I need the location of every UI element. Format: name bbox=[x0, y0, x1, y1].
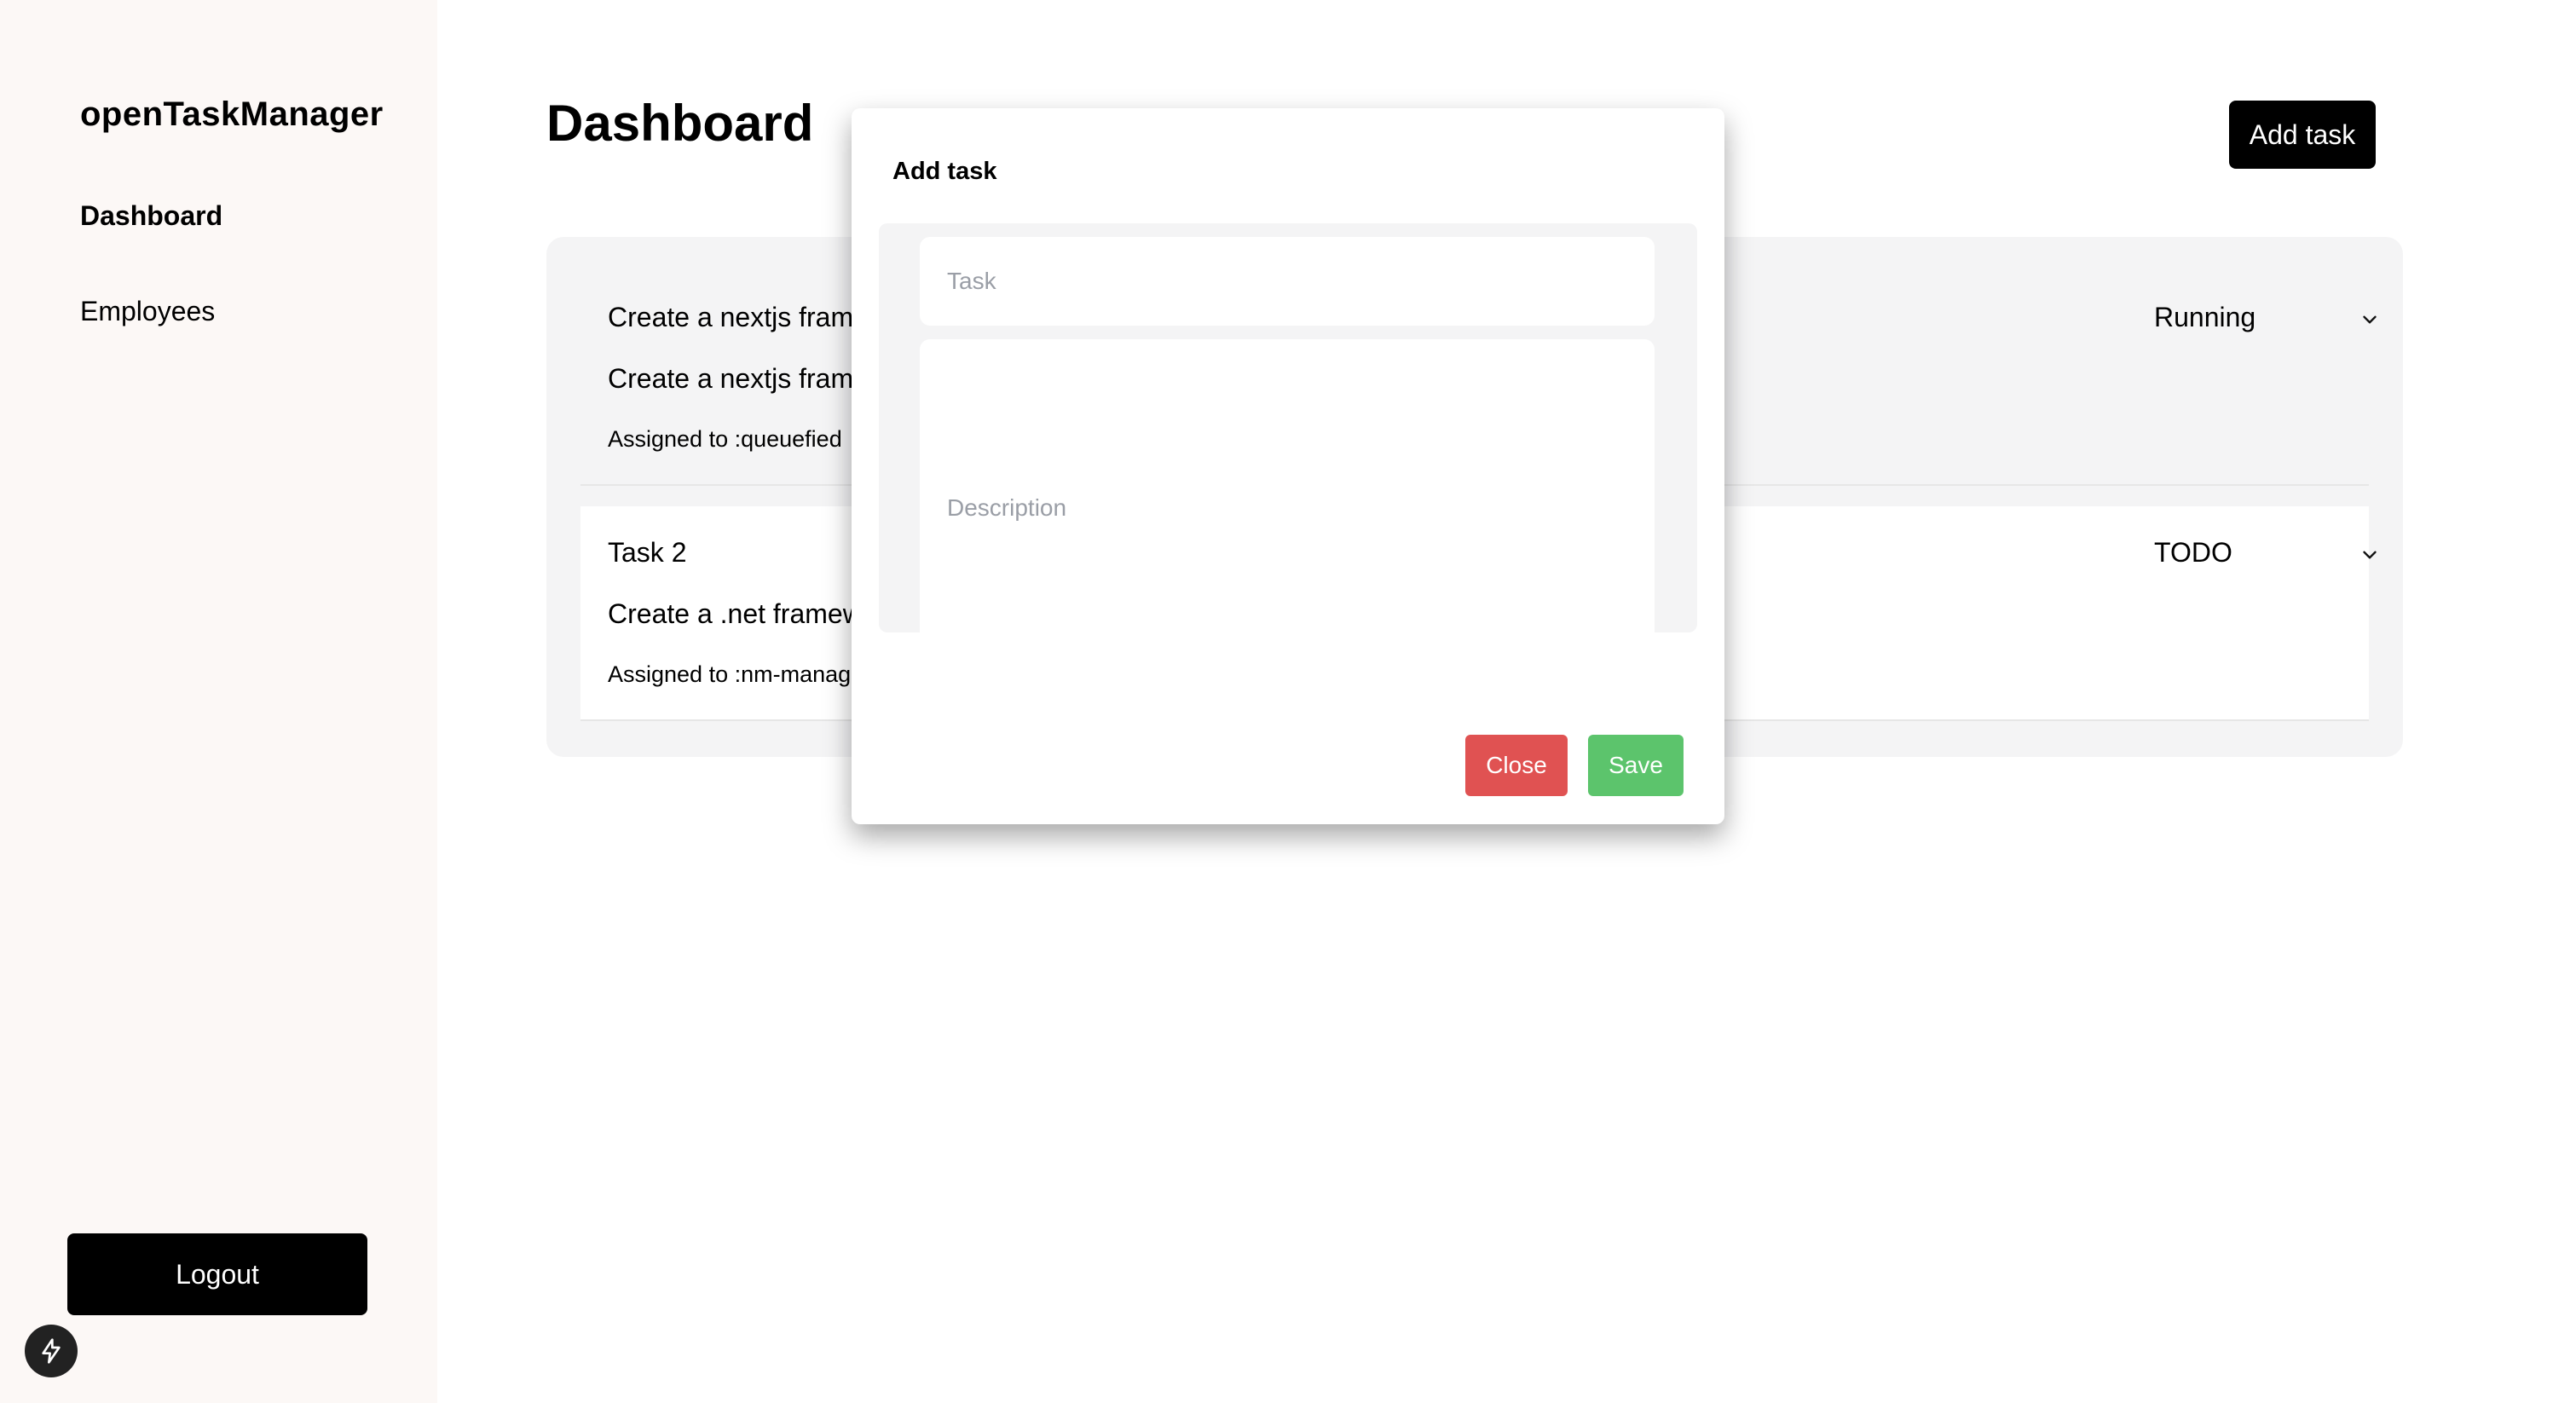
description-input[interactable] bbox=[920, 339, 1655, 680]
task-title: Create a nextjs fram bbox=[608, 302, 854, 332]
task-description: Create a nextjs fram bbox=[608, 363, 854, 394]
status-value: Running bbox=[2154, 302, 2256, 332]
status-value: TODO bbox=[2154, 537, 2232, 568]
save-button[interactable]: Save bbox=[1588, 735, 1684, 796]
sidebar-item-employees[interactable]: Employees bbox=[80, 296, 215, 327]
dev-indicator-button[interactable] bbox=[25, 1325, 78, 1377]
sidebar: openTaskManager Dashboard Employees Logo… bbox=[0, 0, 437, 1403]
task-description: Create a .net framew bbox=[608, 598, 863, 629]
sidebar-item-dashboard[interactable]: Dashboard bbox=[80, 200, 222, 232]
add-task-modal: Add task Close Save bbox=[852, 108, 1724, 824]
page-title: Dashboard bbox=[546, 95, 814, 152]
status-dropdown[interactable]: TODO bbox=[2154, 537, 2383, 569]
lightning-bolt-icon bbox=[42, 1338, 61, 1364]
modal-title: Add task bbox=[892, 158, 997, 185]
chevron-down-icon bbox=[2363, 551, 2377, 559]
app-brand: openTaskManager bbox=[80, 95, 384, 133]
close-button[interactable]: Close bbox=[1465, 735, 1568, 796]
task-title: Task 2 bbox=[608, 537, 687, 568]
task-assignee: Assigned to :queuefied bbox=[608, 426, 842, 452]
modal-form bbox=[879, 223, 1697, 680]
add-task-button[interactable]: Add task bbox=[2229, 101, 2376, 169]
chevron-down-icon bbox=[2363, 315, 2377, 324]
task-input[interactable] bbox=[920, 237, 1655, 326]
task-assignee: Assigned to :nm-manag bbox=[608, 661, 852, 687]
status-dropdown[interactable]: Running bbox=[2154, 302, 2383, 333]
logout-button[interactable]: Logout bbox=[67, 1233, 367, 1315]
